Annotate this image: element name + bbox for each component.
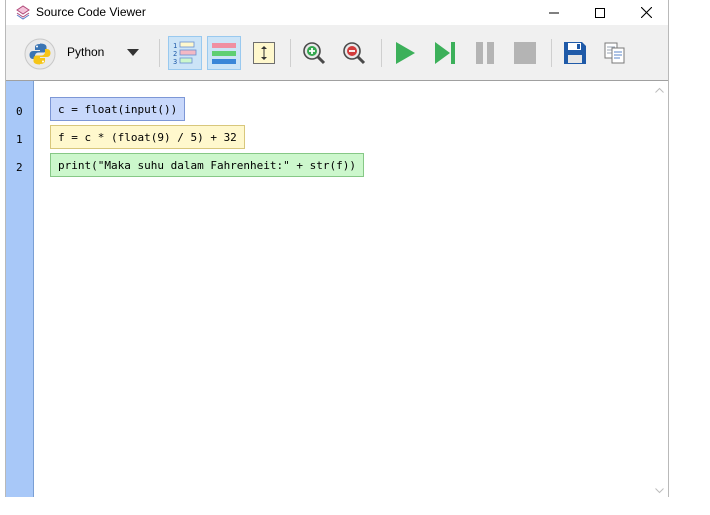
copy-button[interactable] bbox=[601, 39, 629, 67]
toolbar-separator bbox=[290, 39, 291, 67]
play-icon bbox=[396, 42, 415, 64]
app-icon bbox=[16, 5, 30, 20]
toolbar-separator bbox=[159, 39, 160, 67]
stop-button[interactable] bbox=[511, 39, 539, 67]
window-title: Source Code Viewer bbox=[36, 5, 146, 19]
save-icon bbox=[564, 42, 586, 64]
line-numbers-icon: 1 2 3 bbox=[173, 41, 197, 66]
line-number: 2 bbox=[16, 161, 23, 174]
code-line[interactable]: print("Maka suhu dalam Fahrenheit:" + st… bbox=[50, 153, 365, 177]
toolbar: Python 1 2 3 bbox=[6, 25, 668, 80]
fit-height-icon bbox=[253, 42, 275, 64]
zoom-out-button[interactable] bbox=[340, 39, 368, 67]
toolbar-separator bbox=[551, 39, 552, 67]
toolbar-separator bbox=[381, 39, 382, 67]
close-button[interactable] bbox=[623, 0, 669, 25]
vertical-scrollbar[interactable] bbox=[651, 81, 668, 497]
maximize-icon bbox=[595, 7, 605, 18]
code-line[interactable]: f = c * (float(9) / 5) + 32 bbox=[50, 125, 245, 149]
language-dropdown[interactable] bbox=[124, 45, 142, 59]
code-editor[interactable]: 0 1 2 c = float(input()) f = c * (float(… bbox=[6, 80, 668, 497]
chevron-down-icon bbox=[127, 48, 139, 56]
python-logo-icon bbox=[24, 38, 56, 70]
svg-text:2: 2 bbox=[173, 50, 177, 58]
language-label: Python bbox=[67, 45, 105, 59]
minimize-button[interactable] bbox=[531, 0, 577, 25]
step-forward-icon bbox=[435, 42, 455, 64]
title-bar: Source Code Viewer bbox=[6, 0, 668, 25]
line-numbers-toggle[interactable]: 1 2 3 bbox=[168, 36, 202, 70]
run-button[interactable] bbox=[391, 39, 419, 67]
zoom-in-button[interactable] bbox=[300, 39, 328, 67]
copy-icon bbox=[604, 42, 625, 64]
stop-icon bbox=[514, 42, 536, 64]
pause-icon bbox=[476, 42, 494, 64]
svg-text:3: 3 bbox=[173, 58, 177, 66]
maximize-button[interactable] bbox=[577, 0, 623, 25]
pause-button[interactable] bbox=[471, 39, 499, 67]
highlight-lines-icon bbox=[212, 43, 236, 64]
line-number: 1 bbox=[16, 133, 23, 146]
svg-text:1: 1 bbox=[173, 42, 177, 50]
code-line[interactable]: c = float(input()) bbox=[50, 97, 186, 121]
zoom-out-icon bbox=[343, 42, 366, 65]
close-icon bbox=[640, 7, 652, 18]
save-button[interactable] bbox=[561, 39, 589, 67]
line-number: 0 bbox=[16, 105, 23, 118]
scroll-down-arrow-icon[interactable] bbox=[655, 486, 664, 495]
python-logo-button[interactable] bbox=[23, 37, 57, 71]
scroll-up-arrow-icon[interactable] bbox=[655, 86, 664, 95]
step-button[interactable] bbox=[431, 39, 459, 67]
fit-height-button[interactable] bbox=[250, 39, 278, 67]
zoom-in-icon bbox=[303, 42, 326, 65]
highlight-lines-toggle[interactable] bbox=[207, 36, 241, 70]
source-code-viewer-window: Source Code Viewer Python 1 2 3 0 1 2 c … bbox=[5, 0, 669, 497]
minimize-icon bbox=[549, 12, 559, 13]
